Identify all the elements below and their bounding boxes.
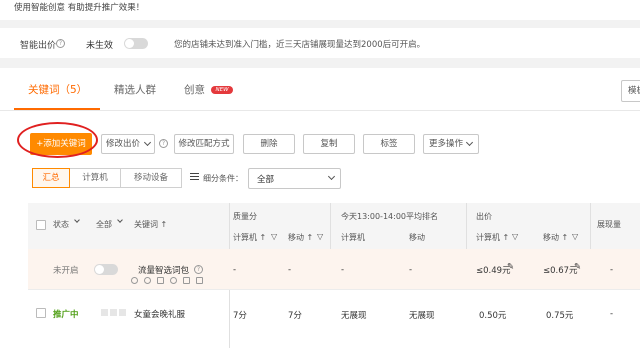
trash-icon[interactable]: [196, 277, 203, 284]
tab-divider: [0, 110, 640, 111]
thumbnail-placeholder: [119, 309, 126, 316]
chevron-down-icon: [465, 138, 474, 147]
thumbnail-placeholder: [101, 309, 108, 316]
row-bid-pc[interactable]: ≤0.49元: [476, 264, 511, 276]
row-quality-mobile: -: [288, 265, 292, 275]
modify-bid-label: 修改出价: [106, 139, 141, 149]
row-keyword[interactable]: 流量智选词包: [138, 264, 189, 276]
row-rank-mobile: 无展现: [409, 311, 435, 321]
modify-bid-button[interactable]: 修改出价: [101, 134, 155, 154]
col-rank-mobile: 移动: [409, 233, 425, 242]
tip-bar: 使用智能创意 有助提升推广效果！: [0, 0, 640, 20]
chevron-down-icon: [143, 138, 152, 147]
row-checkbox[interactable]: [36, 308, 46, 318]
row-quality-pc: 7分: [233, 311, 247, 321]
help-icon[interactable]: ?: [159, 139, 168, 148]
col-filter-all[interactable]: 全部: [96, 219, 112, 230]
row-divider: [28, 289, 640, 290]
col-bid: 出价: [476, 212, 492, 221]
tab-creative[interactable]: 创意: [184, 82, 205, 97]
col-status: 状态: [53, 220, 69, 229]
edit-icon[interactable]: ✎: [507, 262, 514, 272]
smart-bid-notice: 您的店铺未达到准入门槛，近三天店铺展现量达到2000后可开启。: [174, 40, 426, 50]
filter-icon[interactable]: ▽: [317, 232, 323, 241]
col-keyword[interactable]: 关键词 ↑: [134, 219, 167, 230]
segment-mobile[interactable]: 移动设备: [120, 168, 182, 188]
col-bid-mobile[interactable]: 移动 ↑: [543, 232, 568, 243]
row-keyword[interactable]: 女童会晚礼服: [134, 308, 185, 320]
filter-icon[interactable]: ▽: [512, 232, 518, 241]
filter-icon[interactable]: ▽: [572, 232, 578, 241]
row-impressions: -: [610, 265, 614, 275]
keyword-pack-toggle[interactable]: [94, 264, 118, 275]
smart-bid-row: 智能出价 ? 未生效 您的店铺未达到准入门槛，近三天店铺展现量达到2000后可开…: [0, 28, 640, 58]
column-divider: [466, 203, 467, 249]
smart-bid-status: 未生效: [86, 41, 114, 51]
filter-select-value: 全部: [257, 175, 275, 185]
settings-icon[interactable]: [131, 277, 138, 284]
chevron-down-icon: [327, 172, 336, 181]
row-rank-mobile: -: [409, 265, 413, 275]
delete-button[interactable]: 删除: [243, 134, 295, 154]
col-bid-pc[interactable]: 计算机 ↑: [476, 232, 509, 243]
filter-icon[interactable]: ▽: [271, 232, 277, 241]
row-rank-pc: 无展现: [341, 311, 367, 321]
help-icon[interactable]: ?: [194, 265, 203, 274]
row-rank-pc: -: [341, 265, 345, 275]
col-quality: 质量分: [233, 212, 257, 221]
row-quality-pc: -: [233, 265, 237, 275]
filter-select[interactable]: 全部: [248, 168, 341, 189]
column-divider: [590, 203, 591, 249]
filter-label: 细分条件：: [203, 174, 243, 183]
help-icon[interactable]: ?: [56, 39, 65, 48]
edit-icon[interactable]: ✎: [574, 262, 581, 272]
col-rank: 今天13:00-14:00平均排名: [341, 212, 438, 221]
tab-keywords[interactable]: 关键词（5）: [28, 82, 87, 97]
target-icon[interactable]: [144, 277, 151, 284]
list-icon: [190, 173, 199, 180]
row-bid-mobile[interactable]: 0.75元: [546, 309, 573, 321]
col-rank-pc: 计算机: [341, 233, 365, 242]
col-quality-pc[interactable]: 计算机 ↑: [233, 232, 266, 243]
thumbnail-placeholder: [110, 309, 117, 316]
col-impressions[interactable]: 展现量: [597, 219, 621, 230]
annotation-circle: [17, 122, 98, 158]
smart-bid-label: 智能出价: [20, 41, 57, 51]
row-impressions: -: [610, 309, 614, 319]
search-icon[interactable]: [170, 277, 177, 284]
row-bid-pc[interactable]: 0.50元: [479, 309, 506, 321]
row-quality-mobile: 7分: [288, 311, 302, 321]
segment-pc[interactable]: 计算机: [69, 168, 121, 188]
segment-summary[interactable]: 汇总: [32, 168, 70, 188]
new-badge: NEW: [211, 86, 233, 94]
column-divider: [330, 203, 331, 249]
select-all-checkbox[interactable]: [36, 220, 46, 230]
more-actions-button[interactable]: 更多操作: [423, 134, 479, 154]
tag-button[interactable]: 标签: [363, 134, 415, 154]
modify-match-button[interactable]: 修改匹配方式: [174, 134, 234, 154]
chart-icon[interactable]: [183, 277, 190, 284]
row-status: 未开启: [53, 266, 79, 276]
col-quality-mobile[interactable]: 移动 ↑: [288, 232, 313, 243]
tip-text: 使用智能创意 有助提升推广效果！: [14, 3, 145, 13]
smart-bid-toggle[interactable]: [124, 38, 148, 49]
tab-audience[interactable]: 精选人群: [114, 82, 156, 97]
template-button[interactable]: 模板: [621, 80, 640, 102]
more-actions-label: 更多操作: [429, 139, 464, 149]
row-bid-mobile[interactable]: ≤0.67元: [543, 264, 578, 276]
wrench-icon[interactable]: [157, 277, 164, 284]
copy-button[interactable]: 复制: [303, 134, 355, 154]
row-status: 推广中: [53, 310, 79, 320]
